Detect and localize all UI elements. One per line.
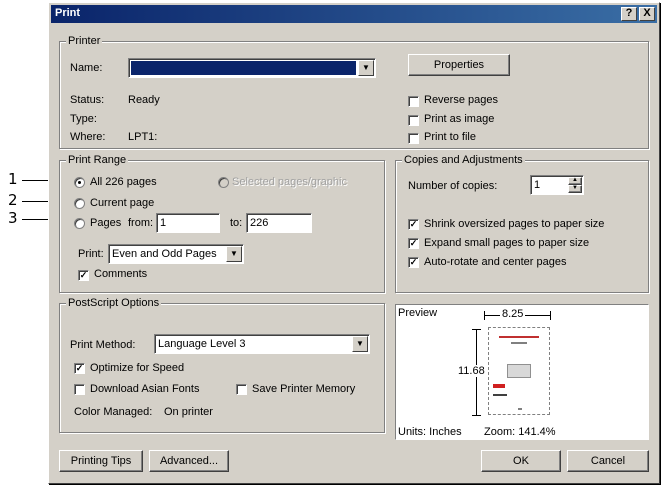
chevron-down-icon[interactable]: ▼ xyxy=(352,336,368,352)
current-page-label[interactable]: Current page xyxy=(90,197,154,209)
postscript-legend: PostScript Options xyxy=(66,297,162,309)
copies-increase-button[interactable]: ▲ xyxy=(568,177,582,185)
callout-3: 3 xyxy=(8,209,18,227)
print-range-group: Print Range All 226 pages Selected pages… xyxy=(59,154,385,293)
height-dimension-tick-bottom xyxy=(472,415,481,416)
printer-image-icon xyxy=(507,364,531,378)
preview-label: Preview xyxy=(398,307,438,319)
close-button[interactable]: X xyxy=(639,7,655,21)
print-dialog: Print ? X Printer Name: ▼ Properties Sta… xyxy=(48,2,660,484)
expand-checkbox[interactable]: ✓ xyxy=(408,238,419,249)
height-dimension-tick-top xyxy=(472,329,481,330)
copies-decrease-button[interactable]: ▼ xyxy=(568,185,582,193)
print-subset-label: Print: xyxy=(78,248,104,260)
print-to-file-label[interactable]: Print to file xyxy=(424,131,476,143)
all-pages-radio[interactable] xyxy=(74,177,85,188)
print-method-value: Language Level 3 xyxy=(158,338,246,350)
pages-radio[interactable] xyxy=(74,218,85,229)
optimize-checkbox[interactable]: ✓ xyxy=(74,363,85,374)
printer-name-selection xyxy=(131,61,356,75)
reverse-pages-checkbox[interactable] xyxy=(408,96,419,107)
copies-group: Copies and Adjustments Number of copies:… xyxy=(395,154,649,293)
selected-pages-label: Selected pages/graphic xyxy=(232,176,347,188)
preview-pane: Preview 8.25 11.68 Units: Inches Zoom: 1… xyxy=(395,304,649,440)
save-memory-label[interactable]: Save Printer Memory xyxy=(252,383,355,395)
copies-legend: Copies and Adjustments xyxy=(402,154,525,166)
print-method-label: Print Method: xyxy=(70,339,136,351)
print-method-select[interactable]: Language Level 3 ▼ xyxy=(154,334,370,354)
width-dimension-tick-right xyxy=(550,311,551,320)
thumbnail-page-number-mark xyxy=(518,408,522,410)
print-to-file-checkbox[interactable] xyxy=(408,133,419,144)
thumbnail-subheading-mark xyxy=(511,342,527,344)
where-value: LPT1: xyxy=(128,131,158,143)
thumbnail-logo-mark xyxy=(493,384,505,388)
current-page-radio[interactable] xyxy=(74,198,85,209)
to-label: to: xyxy=(230,217,243,229)
download-fonts-checkbox[interactable] xyxy=(74,384,85,395)
preview-width-value: 8.25 xyxy=(500,308,526,320)
comments-checkbox[interactable]: ✓ xyxy=(78,270,89,281)
selected-pages-radio xyxy=(218,177,229,188)
status-label: Status: xyxy=(70,94,105,106)
chevron-down-icon[interactable]: ▼ xyxy=(226,246,242,262)
thumbnail-text-mark xyxy=(493,394,507,396)
callout-2: 2 xyxy=(8,191,18,209)
printer-group: Printer Name: ▼ Properties Status: Ready… xyxy=(59,35,649,149)
width-dimension-tick-left xyxy=(484,311,485,320)
print-as-image-checkbox[interactable] xyxy=(408,115,419,126)
pages-label[interactable]: Pages xyxy=(90,217,121,229)
preview-units: Units: Inches xyxy=(398,426,462,438)
chevron-down-icon[interactable]: ▼ xyxy=(358,60,374,76)
autorotate-checkbox[interactable]: ✓ xyxy=(408,257,419,268)
print-as-image-label[interactable]: Print as image xyxy=(424,113,494,125)
save-memory-checkbox[interactable] xyxy=(236,384,247,395)
printing-tips-button[interactable]: Printing Tips xyxy=(59,450,143,472)
copies-input[interactable]: 1 ▲ ▼ xyxy=(530,175,584,195)
copies-label: Number of copies: xyxy=(408,180,498,192)
help-button[interactable]: ? xyxy=(621,7,637,21)
dialog-title: Print xyxy=(55,7,81,19)
print-subset-value: Even and Odd Pages xyxy=(112,248,217,260)
thumbnail-heading-mark xyxy=(499,336,539,338)
reverse-pages-label[interactable]: Reverse pages xyxy=(424,94,498,106)
to-input[interactable]: 226 xyxy=(246,213,312,233)
page-thumbnail xyxy=(488,327,550,415)
color-managed-value: On printer xyxy=(164,406,213,418)
printer-name-select[interactable]: ▼ xyxy=(128,58,376,78)
properties-button[interactable]: Properties xyxy=(408,54,510,76)
print-range-legend: Print Range xyxy=(66,154,129,166)
optimize-label[interactable]: Optimize for Speed xyxy=(90,362,184,374)
preview-height-value: 11.68 xyxy=(458,365,485,377)
cancel-button[interactable]: Cancel xyxy=(567,450,649,472)
name-label: Name: xyxy=(70,62,103,74)
where-label: Where: xyxy=(70,131,106,143)
color-managed-label: Color Managed: xyxy=(74,406,153,418)
status-value: Ready xyxy=(128,94,160,106)
print-subset-select[interactable]: Even and Odd Pages ▼ xyxy=(108,244,244,264)
preview-zoom: Zoom: 141.4% xyxy=(484,426,556,438)
comments-label[interactable]: Comments xyxy=(94,268,147,280)
shrink-label[interactable]: Shrink oversized pages to paper size xyxy=(424,218,604,230)
advanced-button[interactable]: Advanced... xyxy=(149,450,229,472)
download-fonts-label[interactable]: Download Asian Fonts xyxy=(90,383,199,395)
printer-legend: Printer xyxy=(66,35,103,47)
from-input[interactable]: 1 xyxy=(156,213,220,233)
copies-value: 1 xyxy=(534,179,541,191)
expand-label[interactable]: Expand small pages to paper size xyxy=(424,237,589,249)
ok-button[interactable]: OK xyxy=(481,450,561,472)
type-label: Type: xyxy=(70,113,97,125)
callout-1: 1 xyxy=(8,170,18,188)
postscript-group: PostScript Options Print Method: Languag… xyxy=(59,297,385,433)
all-pages-label[interactable]: All 226 pages xyxy=(90,176,157,188)
autorotate-label[interactable]: Auto-rotate and center pages xyxy=(424,256,566,268)
shrink-checkbox[interactable]: ✓ xyxy=(408,219,419,230)
from-label: from: xyxy=(128,217,154,229)
title-bar: Print ? X xyxy=(51,5,657,23)
